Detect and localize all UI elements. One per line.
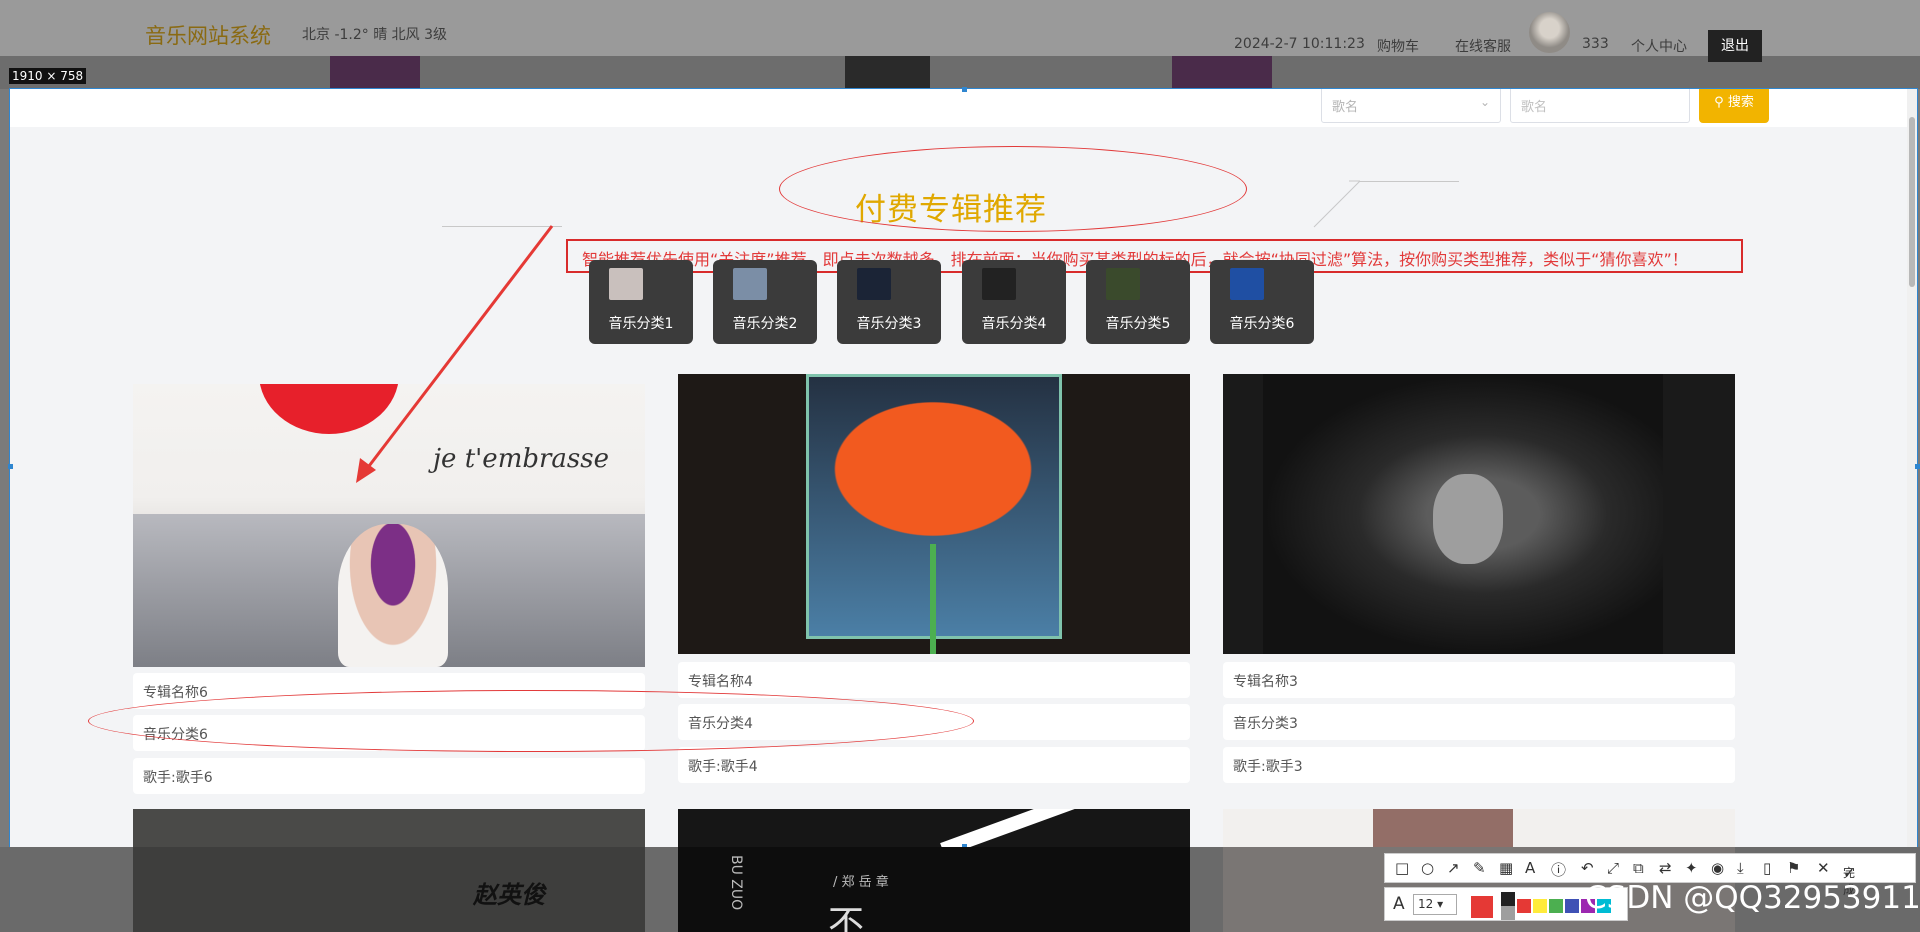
download-icon[interactable]: ⤓: [1737, 859, 1744, 877]
color-swatch-blue[interactable]: [1565, 899, 1579, 913]
scroll-capture-icon[interactable]: ⤢: [1607, 859, 1619, 877]
color-swatch-green[interactable]: [1549, 899, 1563, 913]
mosaic-tool-icon[interactable]: ▦: [1499, 859, 1513, 877]
bookmark-icon[interactable]: ⚑: [1787, 859, 1800, 877]
csdn-watermark: CSDN @QQ3295391197: [1585, 880, 1920, 916]
close-icon[interactable]: ✕: [1817, 859, 1830, 877]
undo-icon[interactable]: ↶: [1581, 859, 1594, 877]
annotation-arrow: [356, 180, 1361, 483]
color-swatch-yellow[interactable]: [1533, 899, 1547, 913]
arrow-tool-icon[interactable]: ↗: [1447, 859, 1460, 877]
dimmed-album-5-big: 不: [828, 904, 865, 932]
ocr-icon[interactable]: ⧉: [1633, 859, 1644, 877]
ellipse-tool-icon[interactable]: ○: [1421, 859, 1434, 877]
dimmed-album-5: / 郑 岳 章 BU ZUO 不: [678, 847, 1190, 932]
translate-icon[interactable]: ⇄: [1659, 859, 1672, 877]
save-icon[interactable]: ▯: [1763, 859, 1771, 877]
dimmed-album-5-side: BU ZUO: [728, 855, 744, 911]
pin-icon[interactable]: ✦: [1685, 859, 1698, 877]
record-icon[interactable]: ◉: [1711, 859, 1724, 877]
dimmed-album-5-top: / 郑 岳 章: [833, 875, 889, 890]
screenshot-toolbar: □ ○ ↗ ✎ ▦ A ⓘ ↶ ⤢ ⧉ ⇄ ✦ ◉ ⤓ ▯ ⚑ ✕ ✓ 完成: [1384, 853, 1916, 897]
dimmed-album-4: 赵英俊: [133, 847, 645, 932]
text-tool-icon[interactable]: A: [1525, 859, 1535, 877]
font-size-value: 12: [1418, 897, 1434, 911]
font-size-select[interactable]: 12 ▾: [1413, 894, 1457, 915]
rectangle-tool-icon[interactable]: □: [1395, 859, 1409, 877]
number-tool-icon[interactable]: ⓘ: [1551, 859, 1566, 880]
color-swatch-black[interactable]: [1501, 892, 1515, 906]
color-swatch-gray[interactable]: [1501, 906, 1515, 920]
font-icon: A: [1393, 894, 1405, 914]
current-color-swatch[interactable]: [1471, 896, 1493, 918]
pencil-tool-icon[interactable]: ✎: [1473, 859, 1486, 877]
dimmed-album-4-text: 赵英俊: [473, 881, 545, 909]
color-swatch-red[interactable]: [1517, 899, 1531, 913]
